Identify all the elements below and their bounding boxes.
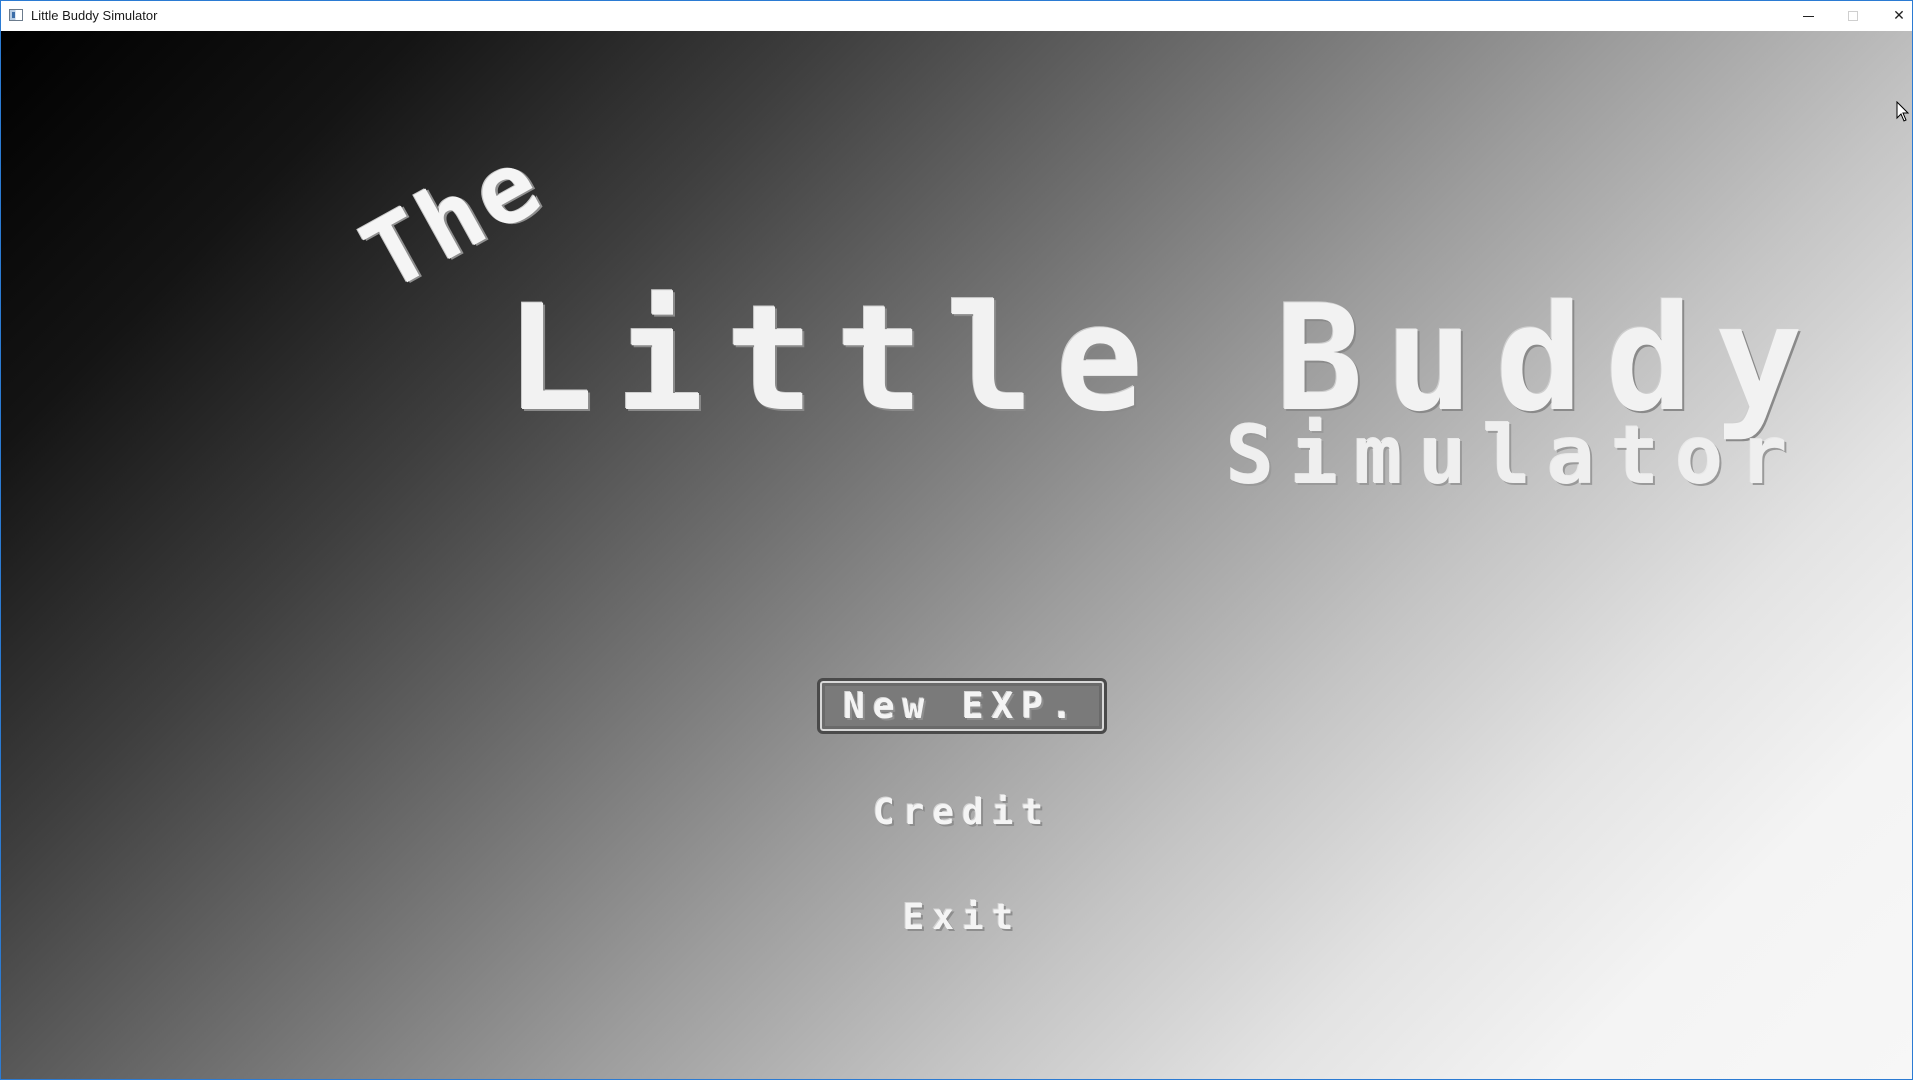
maximize-button[interactable] <box>1830 1 1876 31</box>
title-bar[interactable]: Little Buddy Simulator ✕ <box>1 1 1912 31</box>
credit-label: Credit <box>872 791 1052 833</box>
minimize-icon <box>1802 15 1814 17</box>
new-exp-label: New EXP. <box>843 685 1081 727</box>
minimize-button[interactable] <box>1785 1 1831 31</box>
title-subtitle: Simulator <box>1226 409 1804 502</box>
app-window: Little Buddy Simulator ✕ The Little Budd… <box>0 0 1913 1080</box>
window-title: Little Buddy Simulator <box>31 8 158 23</box>
exit-button[interactable]: Exit <box>817 889 1107 945</box>
credit-button[interactable]: Credit <box>817 784 1107 840</box>
game-viewport[interactable]: The Little Buddy Simulator New EXP. Cred… <box>1 31 1912 1079</box>
maximize-icon <box>1848 11 1858 21</box>
close-button[interactable]: ✕ <box>1876 1 1913 31</box>
close-icon: ✕ <box>1893 8 1905 24</box>
app-icon <box>9 9 23 21</box>
mouse-cursor-icon <box>1896 101 1910 122</box>
exit-label: Exit <box>902 896 1022 938</box>
new-exp-button[interactable]: New EXP. <box>817 678 1107 734</box>
